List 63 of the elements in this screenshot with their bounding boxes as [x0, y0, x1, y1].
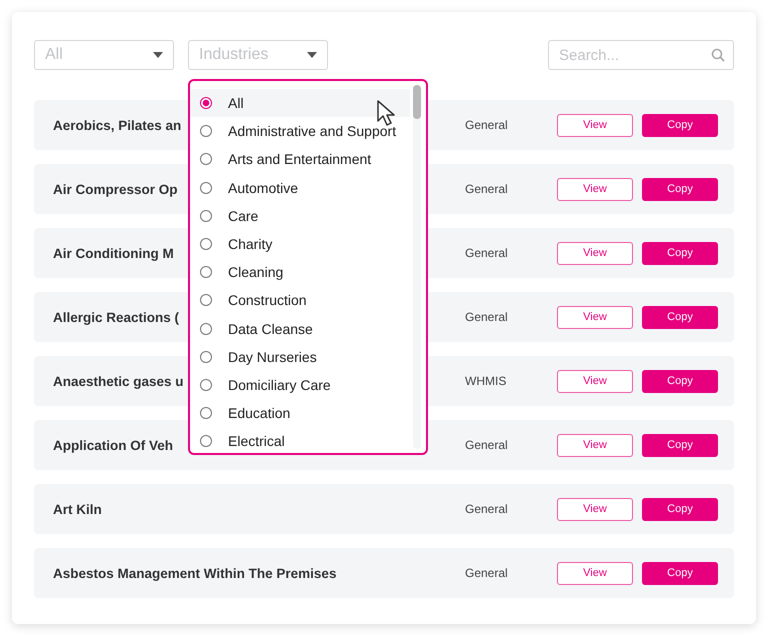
search-icon [711, 48, 725, 62]
row-title: Air Conditioning M [53, 246, 174, 260]
copy-button[interactable]: Copy [642, 178, 718, 200]
copy-button[interactable]: Copy [642, 370, 718, 392]
caret-icon [153, 52, 163, 58]
copy-button[interactable]: Copy [642, 114, 718, 136]
view-button[interactable]: View [557, 306, 633, 328]
dropdown-option[interactable]: Education [190, 399, 410, 428]
dropdown-option[interactable]: Care [190, 202, 410, 230]
row-category: General [465, 182, 509, 196]
row-category: General [465, 566, 509, 580]
row-category: WHMIS [465, 374, 508, 388]
radio-button[interactable] [200, 153, 212, 166]
row-title: Air Compressor Op [53, 182, 178, 196]
row-category: General [465, 438, 509, 452]
row-title: Application Of Veh [53, 438, 174, 452]
copy-button[interactable]: Copy [642, 306, 718, 328]
view-button[interactable]: View [557, 242, 633, 264]
scrollbar[interactable] [413, 85, 421, 449]
dropdown-option[interactable]: Administrative and Support [190, 117, 410, 146]
radio-button[interactable] [200, 350, 212, 363]
radio-button[interactable] [200, 435, 212, 448]
dropdown-option[interactable]: Day Nurseries [190, 342, 410, 371]
dropdown-option[interactable]: Automotive [190, 174, 410, 202]
radio-button[interactable] [200, 182, 212, 194]
caret-icon [307, 52, 317, 58]
copy-button[interactable]: Copy [642, 434, 718, 456]
copy-button[interactable]: Copy [642, 242, 718, 264]
search-field[interactable]: Search... [548, 40, 734, 70]
dropdown-option[interactable]: Data Cleanse [190, 314, 410, 343]
row-category: General [465, 246, 509, 260]
dropdown-option[interactable]: Charity [190, 230, 410, 258]
row-title: Aerobics, Pilates an [53, 118, 182, 132]
view-button[interactable]: View [557, 434, 633, 456]
radio-button[interactable] [200, 322, 212, 335]
radio-button[interactable] [200, 266, 212, 278]
view-button[interactable]: View [557, 370, 633, 392]
radio-button[interactable] [200, 378, 212, 391]
view-button[interactable]: View [557, 498, 633, 520]
radio-button[interactable] [200, 125, 212, 138]
row-category: General [465, 502, 509, 516]
row-category: General [465, 310, 509, 324]
dropdown-option[interactable]: Construction [190, 286, 410, 314]
dropdown-option[interactable]: Cleaning [190, 258, 410, 286]
dropdown-option[interactable]: Electrical [190, 427, 410, 456]
row-title: Asbestos Management Within The Premises [53, 566, 336, 580]
radio-button[interactable] [200, 97, 212, 110]
copy-button[interactable]: Copy [642, 498, 718, 520]
row-title: Anaesthetic gases u [53, 374, 184, 388]
view-button[interactable]: View [557, 178, 633, 200]
dropdown-option[interactable]: Domiciliary Care [190, 370, 410, 400]
row-title: Allergic Reactions ( [53, 310, 180, 324]
radio-button[interactable] [200, 407, 212, 420]
radio-button[interactable] [200, 238, 212, 250]
radio-button[interactable] [200, 210, 212, 222]
dropdown-option[interactable]: All [190, 89, 410, 118]
dropdown-option[interactable]: Arts and Entertainment [190, 145, 410, 174]
view-button[interactable]: View [557, 114, 633, 136]
row-category: General [465, 118, 509, 132]
row-title: Art Kiln [53, 502, 102, 516]
copy-button[interactable]: Copy [642, 562, 718, 584]
view-button[interactable]: View [557, 562, 633, 584]
radio-button[interactable] [200, 294, 212, 306]
